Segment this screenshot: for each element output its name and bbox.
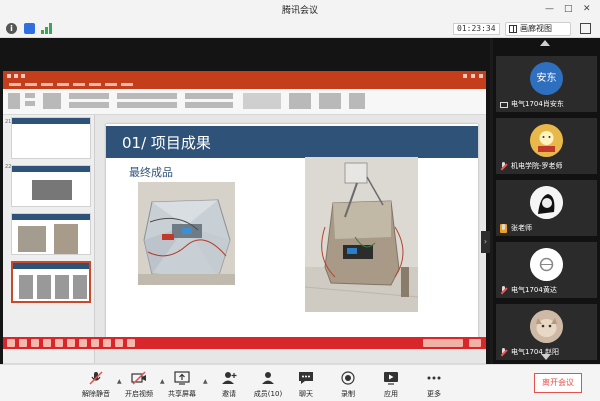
avatar [530,124,563,157]
product-photo-1 [138,182,235,285]
ppt-ribbon [3,89,486,115]
ppt-title-bar [3,71,486,81]
participant-name: 电气1704黄达 [511,286,557,294]
window-title: 腾讯会议 [281,6,318,16]
slide-header-bar: 01/ 项目成果 [106,126,478,158]
scroll-down-icon[interactable] [541,354,551,360]
participant-name: 机电学院-罗老师 [511,162,563,170]
invite-icon [222,372,237,384]
shared-screen: 21 22 01/ 项目成果 最终成品 › [0,38,490,391]
participant-name: 张老师 [511,224,532,232]
mic-muted-icon [89,371,103,385]
toolbar-label: 共享屏幕 [168,390,196,398]
ppt-editor: 21 22 01/ 项目成果 最终成品 [3,115,486,391]
slide-thumbnail-active[interactable] [11,261,91,303]
avatar [530,186,563,219]
minimize-icon[interactable]: — [545,4,554,14]
apps-button[interactable]: 应用 [369,369,413,399]
toolbar-label: 解除静音 [82,390,110,398]
meeting-toolbar: 解除静音 ▲ 开启视频 ▲ 共享屏幕 ▲ 邀请 成员(10) 聊天 录制 应用 … [0,364,600,401]
toolbar-label: 开启视频 [125,390,153,398]
avatar: 安东 [530,62,563,95]
apps-icon [384,372,398,385]
record-icon [341,371,355,385]
view-mode-label: 画廊视图 [520,24,552,33]
presentation-window: 21 22 01/ 项目成果 最终成品 [3,71,486,391]
desktop-taskbar [3,337,486,349]
toolbar-label: 更多 [427,390,441,398]
avatar [530,248,563,281]
participant-tile[interactable]: 电气1704黄达 [496,242,597,298]
product-photo-2 [305,157,418,312]
leave-meeting-button[interactable]: 离开会议 [534,373,582,393]
participant-tile[interactable]: 安东 电气1704肖安东 [496,56,597,112]
participant-tile[interactable]: 电气1704 赵阳 [496,304,597,360]
meeting-status-bar: i 01:23:34 画廊视图 [0,20,600,38]
shield-icon[interactable] [24,23,35,34]
panel-collapse-button[interactable]: › [481,231,490,253]
participant-tile[interactable]: 张老师 [496,180,597,236]
slide-thumbnail[interactable] [11,117,91,159]
more-icon [427,376,441,380]
toolbar-label: 应用 [384,390,398,398]
camera-off-icon [131,371,146,385]
signal-icon[interactable] [41,23,53,34]
slide-subtitle: 最终成品 [129,166,173,179]
participant-tile[interactable]: 机电学院-罗老师 [496,118,597,174]
unmute-button[interactable]: 解除静音 [74,369,118,399]
meeting-timer: 01:23:34 [453,23,500,35]
avatar [530,310,563,343]
grid-icon [509,25,517,33]
invite-button[interactable]: 邀请 [207,369,251,399]
view-mode-button[interactable]: 画廊视图 [505,22,571,36]
chat-icon [299,372,313,384]
toolbar-label: 邀请 [222,390,236,398]
current-slide: 01/ 项目成果 最终成品 [106,124,478,338]
slide-thumbnail[interactable] [11,213,91,255]
start-video-button[interactable]: 开启视频 [117,369,161,399]
title-bar: 腾讯会议 — □ ✕ [0,0,600,20]
participant-name: 电气1704肖安东 [511,100,564,108]
participant-panel: 安东 电气1704肖安东 机电学院-罗老师 张老师 电气1704黄达 电气170… [493,38,600,364]
toolbar-label: 聊天 [299,390,313,398]
fullscreen-icon[interactable] [580,23,591,34]
slide-thumbnails[interactable]: 21 22 [3,115,95,363]
chat-button[interactable]: 聊天 [284,369,328,399]
record-button[interactable]: 录制 [326,369,370,399]
close-icon[interactable]: ✕ [583,4,591,14]
ppt-menu-bar [3,81,486,89]
scroll-up-icon[interactable] [540,40,550,46]
slide-title: 01/ 项目成果 [122,134,211,152]
maximize-icon[interactable]: □ [564,4,573,14]
more-button[interactable]: 更多 [412,369,456,399]
toolbar-label: 录制 [341,390,355,398]
info-icon[interactable]: i [6,23,17,34]
share-screen-button[interactable]: 共享屏幕 [160,369,204,399]
meeting-window: 腾讯会议 — □ ✕ i 01:23:34 画廊视图 21 22 01/ 项目成… [0,0,600,401]
members-icon [262,372,274,384]
slide-thumbnail[interactable] [11,165,91,207]
share-screen-icon [174,371,190,385]
